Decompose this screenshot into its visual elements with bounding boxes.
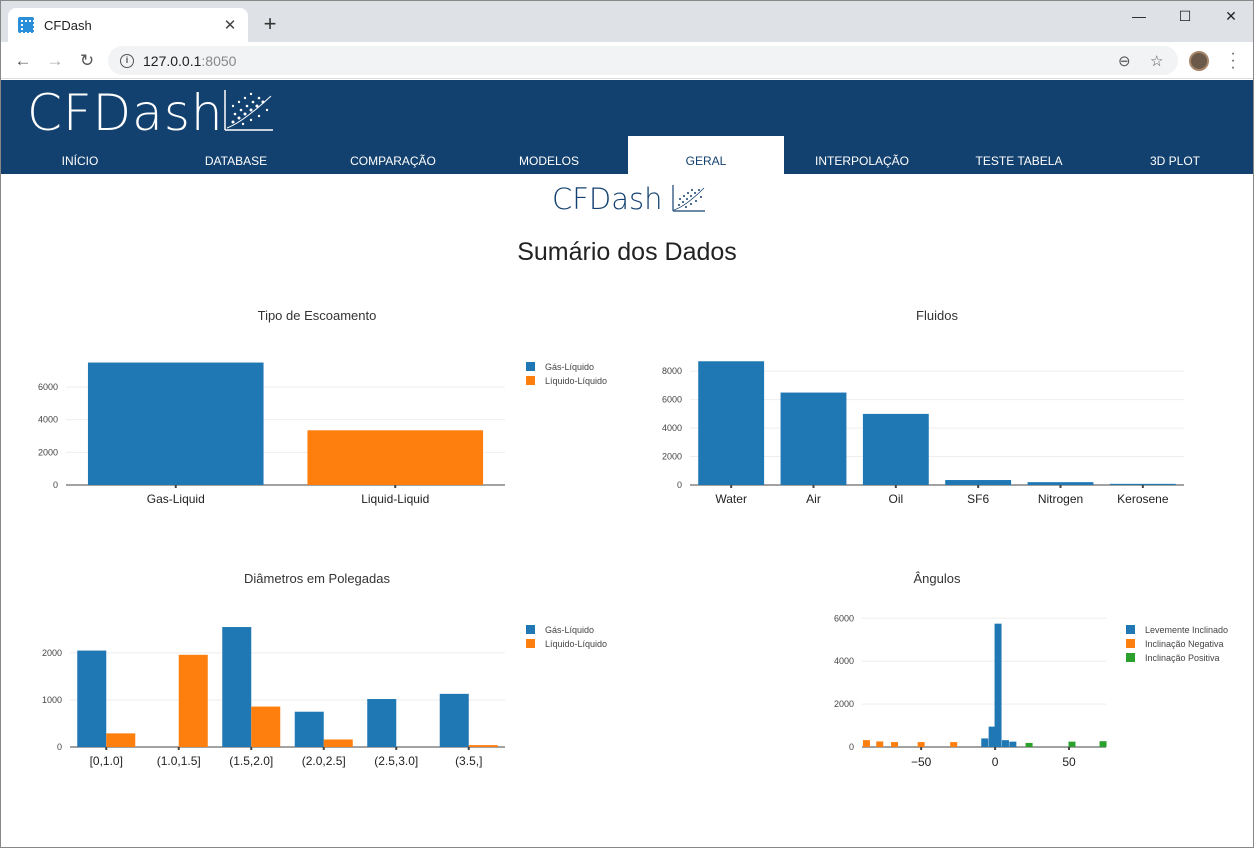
tipo-xtick-label: Liquid-Liquid — [361, 492, 429, 506]
angulos-ytick-label: 4000 — [834, 656, 854, 666]
angulos-ytick-label: 0 — [849, 742, 854, 752]
diametros-legend-label: Líquido-Líquido — [545, 639, 607, 649]
diametros-xtick-label: (2.0,2.5] — [302, 754, 346, 768]
diametros-bar — [251, 706, 281, 747]
tipo-xtick-label: Gas-Liquid — [147, 492, 205, 506]
angulos-legend-swatch — [1126, 639, 1135, 648]
diametros-xtick-label: (3.5,] — [455, 754, 482, 768]
fluidos-xtick-label: Nitrogen — [1038, 492, 1083, 506]
fluidos-bar — [945, 480, 1012, 485]
tipo-ytick-label: 2000 — [38, 447, 58, 457]
angulos-bar — [994, 623, 1002, 747]
tipo-legend-label: Líquido-Líquido — [545, 376, 607, 386]
angulos-bar — [876, 741, 884, 747]
fluidos-ytick-label: 6000 — [662, 395, 682, 405]
angulos-bar — [950, 742, 958, 747]
angulos-bar — [981, 738, 989, 747]
angulos-xtick-label: 0 — [992, 755, 999, 769]
tipo-ytick-label: 4000 — [38, 415, 58, 425]
tipo-bar — [87, 362, 264, 485]
diametros-bar — [222, 627, 252, 747]
fluidos-ytick-label: 4000 — [662, 423, 682, 433]
angulos-bar — [862, 740, 870, 747]
angulos-bar — [891, 742, 899, 747]
angulos-legend-label: Levemente Inclinado — [1145, 625, 1228, 635]
tipo-ytick-label: 0 — [53, 480, 58, 490]
fluidos-xtick-label: Air — [806, 492, 821, 506]
angulos-bar — [1025, 742, 1033, 747]
fluidos-xtick-label: Oil — [888, 492, 903, 506]
angulos-legend-swatch — [1126, 653, 1135, 662]
angulos-ytick-label: 2000 — [834, 699, 854, 709]
fluidos-xtick-label: SF6 — [967, 492, 989, 506]
diametros-bar — [439, 693, 469, 747]
angulos-ytick-label: 6000 — [834, 613, 854, 623]
angulos-bar — [1099, 741, 1107, 747]
diametros-xtick-label: [0,1.0] — [90, 754, 123, 768]
tipo-bar — [307, 430, 484, 485]
angulos-legend-label: Inclinação Positiva — [1145, 653, 1220, 663]
diametros-legend-label: Gás-Líquido — [545, 625, 594, 635]
fluidos-bar — [1109, 483, 1176, 485]
diametros-bar — [367, 699, 397, 747]
angulos-xtick-label: −50 — [911, 755, 932, 769]
diametros-ytick-label: 2000 — [42, 648, 62, 658]
fluidos-bar — [780, 392, 847, 485]
angulos-xtick-label: 50 — [1062, 755, 1076, 769]
tipo-legend-label: Gás-Líquido — [545, 362, 594, 372]
diametros-bar — [323, 739, 353, 747]
tipo-ytick-label: 6000 — [38, 382, 58, 392]
fluidos-bar — [862, 413, 929, 485]
fluidos-xtick-label: Water — [715, 492, 747, 506]
angulos-bar — [1068, 741, 1076, 747]
fluidos-ytick-label: 8000 — [662, 366, 682, 376]
diametros-bar — [294, 711, 324, 747]
tipo-legend-swatch — [526, 362, 535, 371]
diametros-bar — [77, 650, 107, 747]
fluidos-ytick-label: 2000 — [662, 452, 682, 462]
diametros-legend-swatch — [526, 639, 535, 648]
diametros-ytick-label: 0 — [57, 742, 62, 752]
fluidos-bar — [698, 361, 765, 485]
diametros-xtick-label: (1.5,2.0] — [229, 754, 273, 768]
diametros-bar — [468, 745, 498, 747]
diametros-bar — [106, 733, 136, 747]
diametros-bar — [178, 654, 208, 747]
diametros-xtick-label: (2.5,3.0] — [374, 754, 418, 768]
diametros-legend-swatch — [526, 625, 535, 634]
diametros-ytick-label: 1000 — [42, 695, 62, 705]
angulos-legend-swatch — [1126, 625, 1135, 634]
fluidos-xtick-label: Kerosene — [1117, 492, 1169, 506]
fluidos-ytick-label: 0 — [677, 480, 682, 490]
diametros-xtick-label: (1.0,1.5] — [157, 754, 201, 768]
angulos-bar — [1009, 741, 1017, 747]
fluidos-bar — [1027, 482, 1094, 485]
angulos-bar — [1001, 740, 1009, 747]
angulos-legend-label: Inclinação Negativa — [1145, 639, 1224, 649]
angulos-bar — [917, 742, 925, 747]
tipo-legend-swatch — [526, 376, 535, 385]
plots-layer: 0 2000 4000 6000 Gas-Liquid Liquid-Liquid Gás-… — [38, 361, 1228, 769]
